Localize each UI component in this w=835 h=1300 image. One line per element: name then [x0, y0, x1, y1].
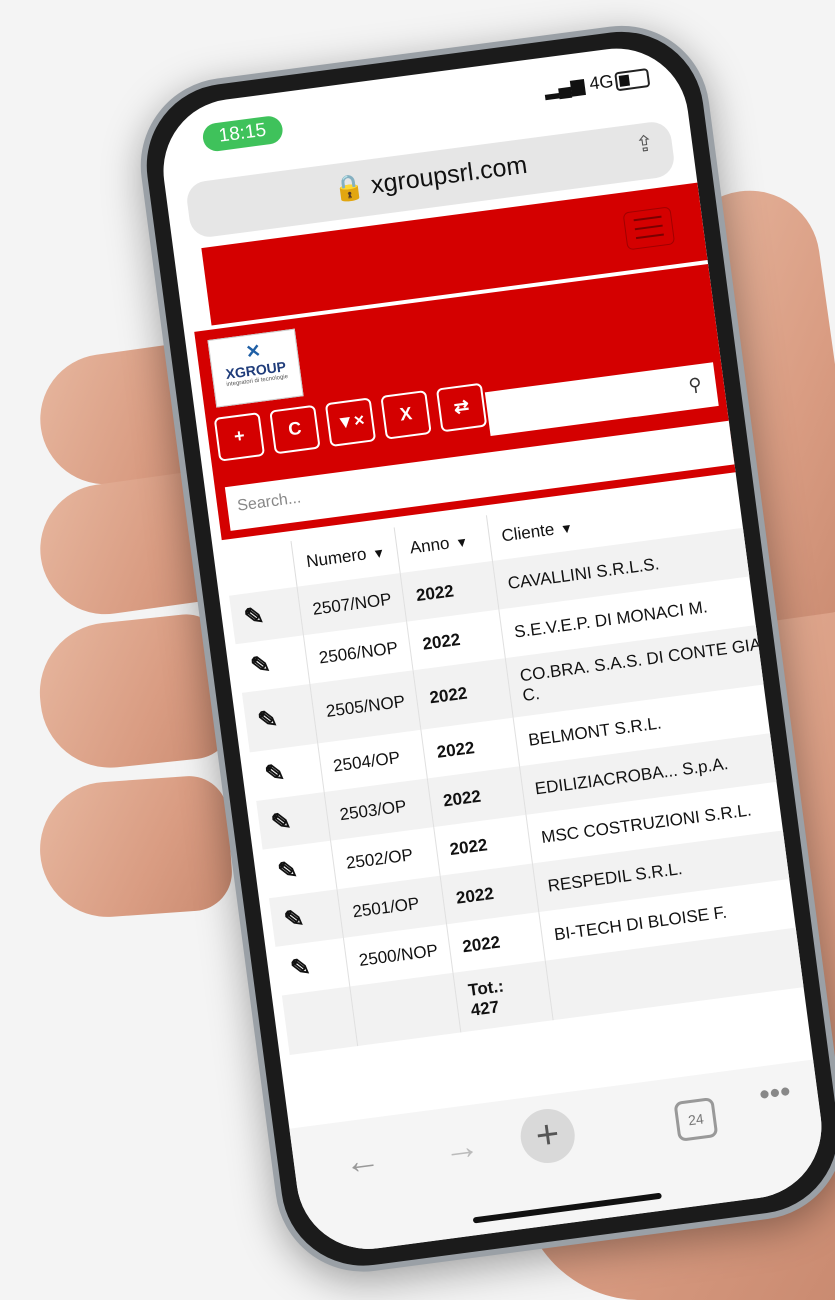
filter-icon[interactable]: ▼ [559, 520, 574, 537]
back-arrow-icon[interactable]: ← [342, 1137, 383, 1183]
company-logo: ✕ XGROUP integratori di tecnologie [207, 328, 304, 408]
edit-icon[interactable]: ✎ [263, 759, 286, 788]
edit-icon[interactable]: ✎ [282, 905, 305, 934]
refresh-icon: C [287, 417, 303, 440]
filter-icon[interactable]: ▼ [454, 534, 469, 551]
search-placeholder: Search... [236, 489, 303, 515]
add-button[interactable]: + [213, 412, 266, 462]
orders-table: Numero▼ Anno▼ Cliente▼ D ✎ 2507/NOP 2022… [223, 468, 831, 1055]
global-search-input[interactable]: ⚲ [484, 362, 719, 437]
refresh-button[interactable]: C [269, 404, 321, 455]
new-tab-button[interactable]: + [517, 1105, 579, 1167]
repeat-icon: ⇄ [452, 395, 471, 418]
edit-icon[interactable]: ✎ [249, 651, 272, 680]
hamburger-menu-button[interactable] [622, 206, 676, 251]
network-label: 4G [588, 70, 615, 94]
network-indicator: ▂▄▆ 4G [543, 70, 615, 100]
status-time: 18:15 [201, 114, 284, 153]
clear-filter-button[interactable]: ▼× [324, 397, 377, 448]
home-indicator [472, 1192, 662, 1224]
search-icon[interactable]: ⚲ [687, 374, 703, 397]
total-count: Tot.: 427 [453, 960, 553, 1033]
tabs-button[interactable]: 24 [673, 1096, 719, 1142]
hand-finger [35, 773, 235, 922]
export-excel-button[interactable]: X [380, 390, 432, 440]
more-menu-icon[interactable]: ••• [757, 1075, 793, 1113]
filter-clear-icon: ▼× [334, 409, 366, 433]
edit-icon[interactable]: ✎ [270, 808, 293, 837]
forward-arrow-icon[interactable]: → [441, 1124, 482, 1170]
filter-icon[interactable]: ▼ [371, 545, 386, 562]
url-text: xgroupsrl.com [369, 150, 529, 200]
battery-icon [614, 68, 651, 92]
edit-icon[interactable]: ✎ [242, 602, 265, 631]
edit-icon[interactable]: ✎ [289, 954, 312, 983]
sync-button[interactable]: ⇄ [435, 382, 488, 433]
edit-icon[interactable]: ✎ [276, 856, 299, 885]
plus-icon: + [232, 425, 246, 447]
excel-icon: X [398, 403, 414, 425]
edit-icon[interactable]: ✎ [256, 705, 279, 734]
share-icon[interactable]: ⇪ [634, 130, 656, 158]
